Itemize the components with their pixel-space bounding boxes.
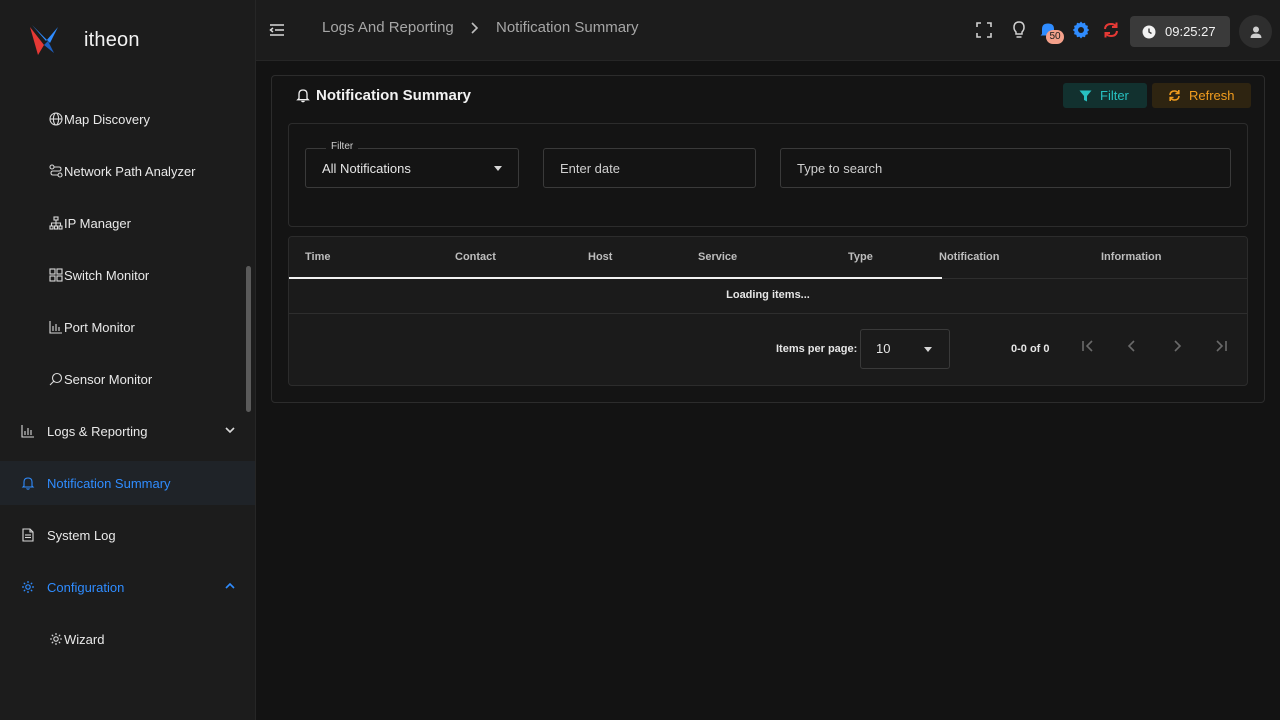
sync-icon[interactable]: [1101, 20, 1121, 40]
breadcrumb-logs[interactable]: Logs And Reporting: [322, 19, 454, 36]
sidebar-item-map-discovery[interactable]: Map Discovery: [0, 97, 255, 141]
sidebar-item-switch-monitor[interactable]: Switch Monitor: [0, 253, 255, 297]
column-header-type[interactable]: Type: [848, 251, 873, 263]
sidebar-item-notification-summary[interactable]: Notification Summary: [0, 461, 255, 505]
sidebar-item-system-log[interactable]: System Log: [0, 513, 255, 557]
refresh-icon: [1168, 89, 1181, 102]
sidebar-item-wizard[interactable]: Wizard: [0, 617, 255, 661]
user-icon: [1250, 26, 1261, 38]
clock-time: 09:25:27: [1165, 24, 1216, 39]
sitemap-icon: [48, 216, 63, 231]
globe-icon: [48, 112, 63, 127]
search-input[interactable]: Type to search: [780, 148, 1231, 188]
brand[interactable]: itheon: [28, 20, 140, 60]
breadcrumb-current: Notification Summary: [496, 19, 639, 36]
chart-icon: [20, 424, 35, 439]
menu-toggle-icon[interactable]: [268, 21, 286, 39]
date-input-placeholder: Enter date: [560, 160, 620, 176]
grid-icon: [48, 268, 63, 283]
lightbulb-icon[interactable]: [1009, 20, 1029, 40]
sidebar-item-label: Network Path Analyzer: [64, 163, 196, 179]
gear-icon: [20, 580, 35, 595]
column-header-host[interactable]: Host: [588, 251, 612, 263]
sidebar-item-label: Map Discovery: [64, 111, 150, 127]
notification-summary-card: Notification Summary Filter Refresh Filt…: [271, 75, 1265, 403]
first-page-icon: [1082, 340, 1093, 352]
notifications-table: Time Contact Host Service Type Notificat…: [288, 236, 1248, 386]
chevron-right-icon: [1174, 340, 1182, 352]
first-page-button[interactable]: [1076, 334, 1100, 358]
notification-type-select[interactable]: Filter All Notifications: [305, 141, 519, 188]
sidebar-item-network-path-analyzer[interactable]: Network Path Analyzer: [0, 149, 255, 193]
chevron-up-icon: [225, 582, 235, 589]
column-header-information[interactable]: Information: [1101, 251, 1162, 263]
cog-icon: [48, 632, 63, 647]
sidebar-item-label: Switch Monitor: [64, 267, 150, 283]
previous-page-button[interactable]: [1120, 334, 1144, 358]
last-page-icon: [1216, 340, 1227, 352]
column-header-contact[interactable]: Contact: [455, 251, 496, 263]
refresh-button-label: Refresh: [1189, 88, 1235, 103]
chevron-right-icon: [471, 22, 479, 34]
next-page-button[interactable]: [1165, 334, 1189, 358]
last-page-button[interactable]: [1209, 334, 1233, 358]
sidebar-item-ip-manager[interactable]: IP Manager: [0, 201, 255, 245]
notification-type-value: All Notifications: [322, 160, 411, 176]
sidebar-item-logs-reporting[interactable]: Logs & Reporting: [0, 409, 255, 453]
search-input-placeholder: Type to search: [797, 160, 883, 176]
chevron-left-icon: [1127, 340, 1135, 352]
items-per-page-label: Items per page:: [776, 343, 858, 355]
date-input[interactable]: Enter date: [543, 148, 756, 188]
filter-button[interactable]: Filter: [1063, 83, 1147, 108]
sidebar-item-port-monitor[interactable]: Port Monitor: [0, 305, 255, 349]
sidebar-item-label: Notification Summary: [47, 475, 171, 491]
sensor-search-icon: [48, 372, 63, 387]
bell-icon: [20, 476, 35, 491]
fullscreen-icon[interactable]: [974, 20, 994, 40]
clock-icon: [1142, 25, 1156, 38]
bar-chart-icon: [48, 320, 63, 335]
loading-row: Loading items...: [289, 279, 1247, 314]
refresh-button[interactable]: Refresh: [1152, 83, 1251, 108]
items-per-page-value: 10: [876, 341, 891, 356]
clock: 09:25:27: [1130, 16, 1230, 47]
sidebar-item-label: Logs & Reporting: [47, 423, 148, 439]
top-bar: Logs And Reporting Notification Summary …: [256, 0, 1280, 61]
user-avatar[interactable]: [1239, 15, 1272, 48]
itheon-logo: [30, 25, 58, 55]
sidebar-item-label: Configuration: [47, 579, 125, 595]
brand-name: itheon: [84, 28, 140, 51]
document-icon: [20, 528, 35, 543]
page-range-label: 0-0 of 0: [1011, 343, 1050, 355]
paginator: Items per page: 10 0-0 of 0: [289, 314, 1247, 385]
filter-panel: Filter All Notifications Enter date Type…: [288, 123, 1248, 227]
page-title: Notification Summary: [296, 87, 471, 104]
column-header-notification[interactable]: Notification: [939, 251, 1000, 263]
sidebar-scrollbar[interactable]: [246, 266, 251, 412]
settings-gear-icon[interactable]: [1071, 20, 1091, 40]
column-header-service[interactable]: Service: [698, 251, 737, 263]
sidebar-item-configuration[interactable]: Configuration: [0, 565, 255, 609]
chevron-down-icon: [225, 427, 235, 434]
filter-icon: [1079, 90, 1092, 102]
filter-select-label: Filter: [326, 141, 359, 152]
table-header: Time Contact Host Service Type Notificat…: [289, 237, 1247, 279]
page-title-text: Notification Summary: [316, 87, 472, 104]
sidebar-item-label: System Log: [47, 527, 116, 543]
items-per-page-select[interactable]: 10: [860, 329, 950, 369]
sidebar: itheon Map Discovery Network Path Analyz…: [0, 0, 256, 720]
sidebar-item-label: Wizard: [64, 631, 105, 647]
filter-button-label: Filter: [1100, 88, 1129, 103]
dropdown-caret-icon: [924, 347, 932, 352]
sidebar-item-sensor-monitor[interactable]: Sensor Monitor: [0, 357, 255, 401]
sidebar-item-label: IP Manager: [64, 215, 131, 231]
column-header-time[interactable]: Time: [305, 251, 330, 263]
dropdown-caret-icon: [494, 166, 502, 171]
sidebar-item-label: Port Monitor: [64, 319, 135, 335]
notification-count-badge: 50: [1046, 30, 1064, 44]
sidebar-item-label: Sensor Monitor: [64, 371, 153, 387]
route-icon: [48, 164, 63, 179]
bell-icon: [296, 88, 310, 103]
